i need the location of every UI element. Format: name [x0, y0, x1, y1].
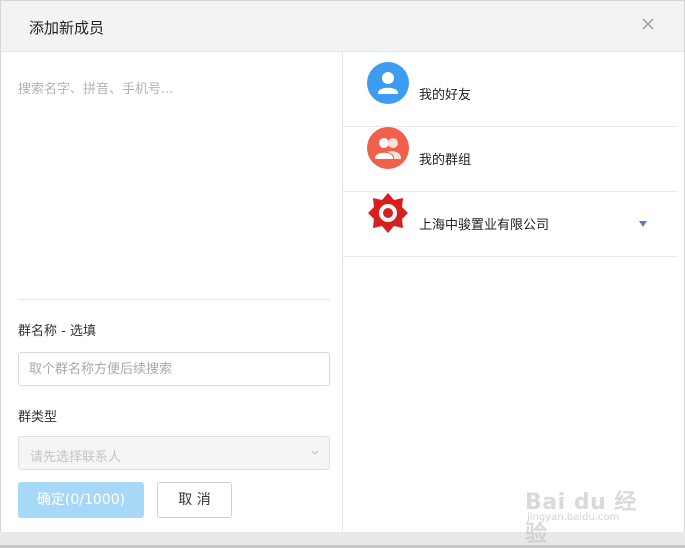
- dialog-header: 添加新成员: [1, 1, 684, 52]
- dialog-title: 添加新成员: [29, 19, 105, 37]
- add-member-dialog: 添加新成员 搜索名字、拼音、手机号... 群名称 - 选填 群类型 请先选择联系…: [0, 0, 685, 540]
- avatar: [367, 127, 409, 169]
- cancel-button[interactable]: 取 消: [157, 482, 232, 518]
- chevron-down-icon: [311, 450, 319, 455]
- close-icon[interactable]: [639, 15, 657, 33]
- list-item-label: 我的好友: [419, 88, 472, 103]
- group-type-select[interactable]: 请先选择联系人: [18, 436, 330, 470]
- avatar: [367, 62, 409, 104]
- caret-down-icon[interactable]: [639, 221, 647, 227]
- confirm-button[interactable]: 确定(0/1000): [18, 482, 144, 518]
- group-icon: [375, 138, 401, 159]
- search-input[interactable]: 搜索名字、拼音、手机号...: [18, 78, 173, 97]
- watermark-url: jingyan.baidu.com: [527, 512, 620, 523]
- group-name-input[interactable]: [18, 352, 330, 386]
- contact-source-list: 我的好友 我的群组 上海中骏置业有限公司: [343, 52, 678, 540]
- divider: [18, 299, 330, 300]
- group-type-label: 群类型: [18, 410, 58, 425]
- person-icon: [378, 72, 398, 94]
- group-type-value: 请先选择联系人: [30, 450, 122, 465]
- list-item-label: 我的群组: [419, 153, 472, 168]
- list-item-company[interactable]: 上海中骏置业有限公司: [343, 192, 678, 257]
- watermark: Bai du 经验 jingyan.baidu.com: [525, 470, 655, 547]
- member-form-pane: 搜索名字、拼音、手机号... 群名称 - 选填 群类型 请先选择联系人 确定(0…: [1, 52, 342, 540]
- list-item-label: 上海中骏置业有限公司: [419, 218, 550, 233]
- company-logo: [367, 192, 409, 234]
- group-name-label: 群名称 - 选填: [18, 324, 96, 339]
- list-item-groups[interactable]: 我的群组: [343, 127, 678, 192]
- list-item-friends[interactable]: 我的好友: [343, 62, 678, 127]
- company-logo-icon: [368, 193, 408, 233]
